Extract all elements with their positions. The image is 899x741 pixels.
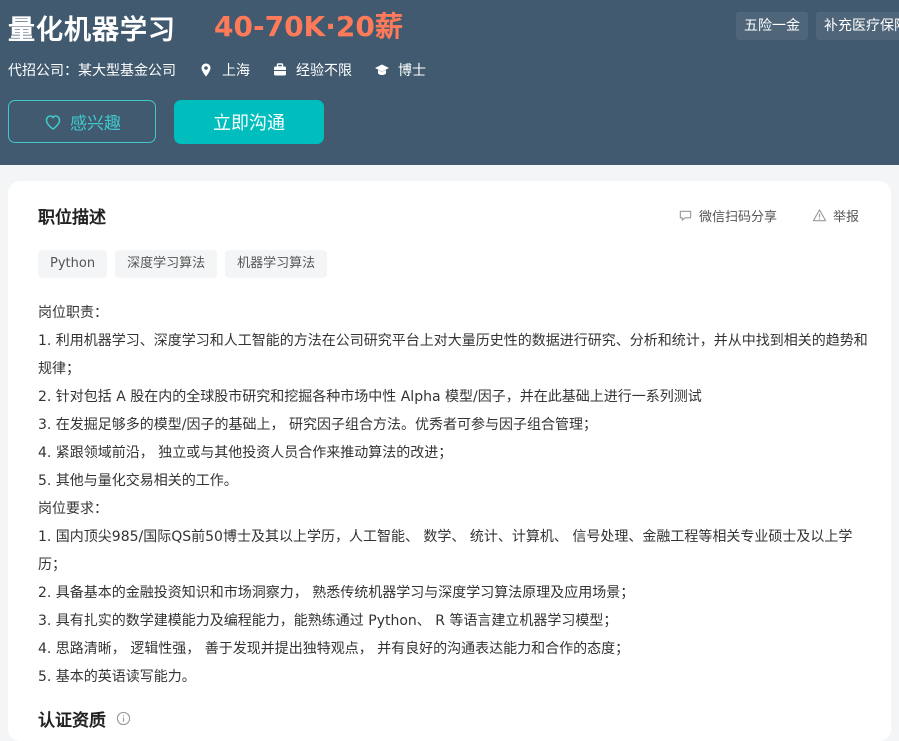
briefcase-icon (274, 63, 286, 76)
location: 上海 (198, 60, 250, 80)
desc-line: 1. 利用机器学习、深度学习和人工智能的方法在公司研究平台上对大量历史性的数据进… (38, 333, 868, 377)
salary: 40-70K·20薪 (214, 10, 403, 43)
desc-line: 4. 紧跟领域前沿， 独立或与其他投资人员合作来推动算法的改进； (38, 445, 453, 461)
skill-tag: 深度学习算法 (115, 250, 218, 278)
desc-line: 岗位职责： (38, 305, 108, 321)
job-title: 量化机器学习 (8, 15, 176, 46)
wechat-share-link[interactable]: 微信扫码分享 (678, 206, 777, 225)
benefit-tag: 五险一金 (736, 12, 808, 40)
warning-icon (812, 209, 827, 222)
company-label: 代招公司：某大型基金公司 (8, 63, 176, 79)
interest-label: 感兴趣 (70, 114, 121, 134)
job-meta: 代招公司：某大型基金公司 上海 经验不限 博士 (8, 60, 448, 80)
desc-line: 3. 具有扎实的数学建模能力及编程能力，能熟练通过 Python、 R 等语言建… (38, 613, 618, 629)
benefit-tag: 补充医疗保险 (816, 12, 899, 40)
desc-line: 1. 国内顶尖985/国际QS前50博士及其以上学历，人工智能、 数学、 统计、… (38, 529, 853, 573)
graduation-cap-icon (375, 64, 389, 75)
skill-tag: Python (38, 250, 108, 278)
section-title: 职位描述 (38, 208, 106, 228)
skill-tag: 机器学习算法 (225, 250, 328, 278)
desc-line: 岗位要求： (38, 501, 108, 517)
job-header: 量化机器学习 40-70K·20薪 五险一金 补充医疗保险 代招公司：某大型基金… (0, 0, 899, 165)
desc-line: 3. 在发掘足够多的模型/因子的基础上， 研究因子组合方法。优秀者可参与因子组合… (38, 417, 597, 433)
location-pin-icon (201, 63, 211, 77)
desc-line: 2. 针对包括 A 股在内的全球股市研究和挖掘各种市场中性 Alpha 模型/因… (38, 389, 702, 405)
report-link[interactable]: 举报 (812, 206, 859, 225)
desc-line: 5. 基本的英语读写能力。 (38, 669, 196, 685)
certification-heading: 认证资质 (38, 706, 131, 731)
desc-line: 2. 具备基本的金融投资知识和市场洞察力， 熟悉传统机器学习与深度学习算法原理及… (38, 585, 635, 601)
chat-now-button[interactable]: 立即沟通 (174, 100, 324, 144)
interest-button[interactable]: 感兴趣 (8, 100, 156, 143)
degree: 博士 (374, 60, 426, 80)
job-description-card: 职位描述 微信扫码分享 举报 Python 深度学习算法 机器学习算法 岗位职责… (8, 181, 891, 741)
job-description: 岗位职责： 1. 利用机器学习、深度学习和人工智能的方法在公司研究平台上对大量历… (38, 299, 868, 691)
chat-bubble-icon (679, 210, 692, 221)
experience: 经验不限 (272, 60, 352, 80)
desc-line: 5. 其他与量化交易相关的工作。 (38, 473, 238, 489)
benefit-tags: 五险一金 补充医疗保险 (736, 12, 899, 40)
desc-line: 4. 思路清晰， 逻辑性强， 善于发现并提出独特观点， 并有良好的沟通表达能力和… (38, 641, 630, 657)
skill-tags: Python 深度学习算法 机器学习算法 (38, 250, 328, 278)
heart-icon (45, 114, 61, 130)
